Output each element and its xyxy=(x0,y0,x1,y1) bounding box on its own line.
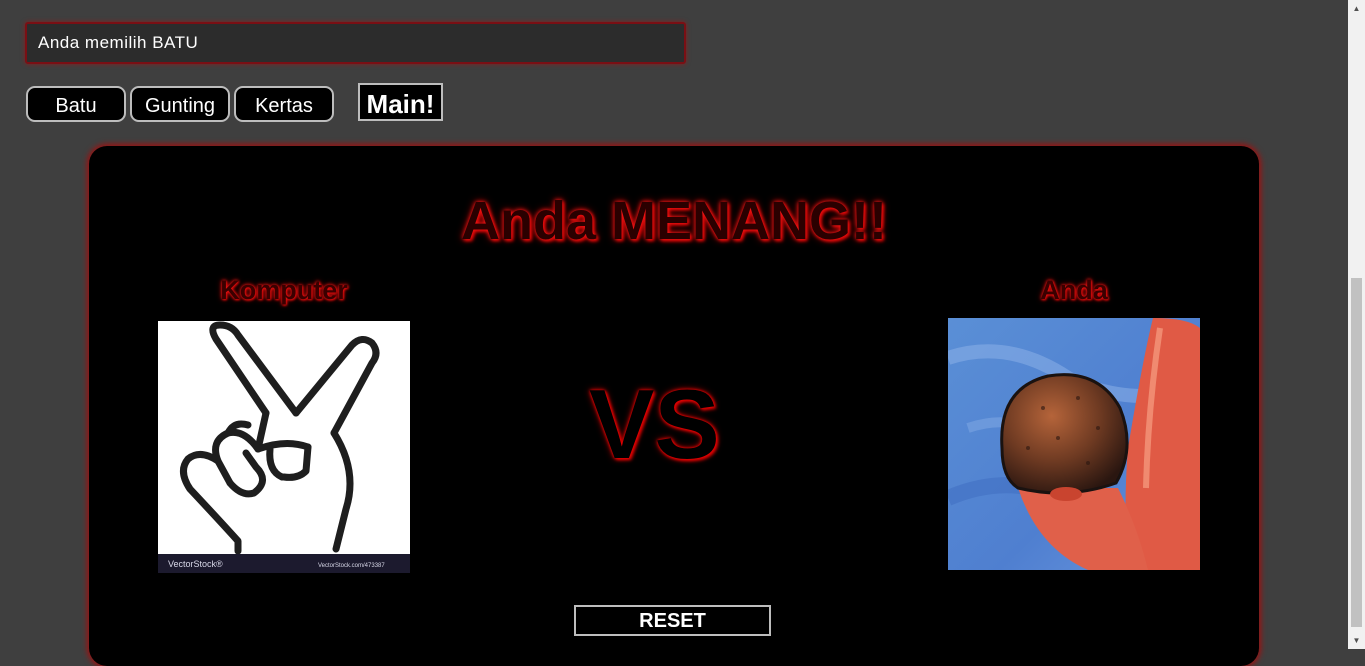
play-button[interactable]: Main! xyxy=(358,83,443,121)
status-message: Anda memilih BATU xyxy=(25,22,686,64)
watermark-right: VectorStock.com/473387 xyxy=(318,563,385,569)
vs-text: VS xyxy=(589,369,720,479)
scroll-thumb[interactable] xyxy=(1351,278,1362,627)
rock-icon xyxy=(948,318,1200,570)
game-arena: Anda MENANG!! Komputer Anda VectorStock®… xyxy=(89,146,1259,666)
kertas-button[interactable]: Kertas xyxy=(234,86,334,122)
computer-label: Komputer xyxy=(220,275,348,305)
watermark-left: VectorStock® xyxy=(168,559,223,569)
result-title: Anda MENANG!! xyxy=(461,191,887,251)
reset-button[interactable]: RESET xyxy=(574,605,771,636)
scroll-down-arrow-icon[interactable]: ▼ xyxy=(1348,632,1365,649)
gunting-button[interactable]: Gunting xyxy=(130,86,230,122)
scrollbar[interactable]: ▲ ▼ xyxy=(1348,0,1365,649)
scroll-up-arrow-icon[interactable]: ▲ xyxy=(1348,0,1365,17)
user-choice-image xyxy=(948,318,1200,570)
user-label: Anda xyxy=(1040,275,1108,305)
peace-hand-icon: VectorStock® VectorStock.com/473387 xyxy=(158,321,410,573)
computer-choice-image: VectorStock® VectorStock.com/473387 xyxy=(158,321,410,573)
batu-button[interactable]: Batu xyxy=(26,86,126,122)
